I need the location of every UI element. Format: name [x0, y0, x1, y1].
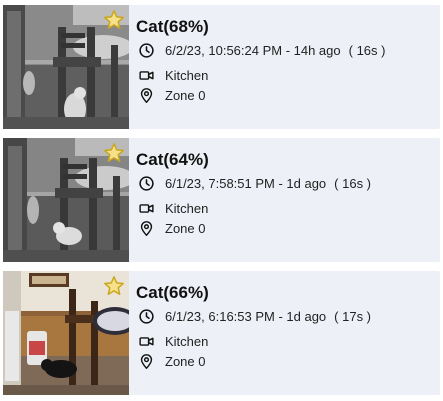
event-time-row: 6/2/23, 10:56:24 PM - 14h ago ( 16s )	[138, 40, 385, 60]
location-pin-icon	[140, 87, 153, 103]
event-zone-name: Zone 0	[165, 220, 206, 236]
event-duration: ( 16s )	[334, 175, 372, 191]
event-duration: ( 17s )	[334, 308, 372, 324]
event-zone-name: Zone 0	[165, 353, 206, 369]
event-camera-row: Kitchen	[138, 198, 208, 218]
event-timestamp: 6/1/23, 7:58:51 PM - 1d ago	[165, 175, 327, 191]
event-camera-name: Kitchen	[165, 333, 209, 349]
event-title: Cat(66%)	[136, 283, 209, 302]
event-zone-row: Zone 0	[138, 218, 205, 238]
event-title: Cat(68%)	[136, 17, 209, 36]
event-thumbnail[interactable]	[3, 138, 129, 262]
event-zone-row: Zone 0	[138, 351, 205, 371]
video-camera-icon	[139, 70, 154, 80]
event-duration: ( 16s )	[348, 42, 386, 58]
event-details: Cat(64%) 6/1/23, 7:58:51 PM - 1d ago ( 1…	[136, 138, 440, 262]
star-icon[interactable]	[103, 9, 125, 31]
clock-icon	[139, 175, 154, 191]
event-camera-name: Kitchen	[165, 200, 209, 216]
star-icon[interactable]	[103, 275, 125, 297]
event-card[interactable]: Cat(68%) 6/2/23, 10:56:24 PM - 14h ago (…	[3, 5, 440, 129]
location-pin-icon	[140, 220, 153, 236]
video-camera-icon	[139, 336, 154, 346]
event-card[interactable]: Cat(66%) 6/1/23, 6:16:53 PM - 1d ago ( 1…	[3, 271, 440, 395]
event-card[interactable]: Cat(64%) 6/1/23, 7:58:51 PM - 1d ago ( 1…	[3, 138, 440, 262]
event-time-row: 6/1/23, 6:16:53 PM - 1d ago ( 17s )	[138, 306, 371, 326]
event-camera-row: Kitchen	[138, 65, 208, 85]
event-camera-row: Kitchen	[138, 331, 208, 351]
event-details: Cat(66%) 6/1/23, 6:16:53 PM - 1d ago ( 1…	[136, 271, 440, 395]
event-thumbnail[interactable]	[3, 271, 129, 395]
event-timestamp: 6/2/23, 10:56:24 PM - 14h ago	[165, 42, 341, 58]
clock-icon	[139, 308, 154, 324]
event-timestamp: 6/1/23, 6:16:53 PM - 1d ago	[165, 308, 327, 324]
video-camera-icon	[139, 203, 154, 213]
clock-icon	[139, 42, 154, 58]
location-pin-icon	[140, 353, 153, 369]
event-thumbnail[interactable]	[3, 5, 129, 129]
event-time-row: 6/1/23, 7:58:51 PM - 1d ago ( 16s )	[138, 173, 371, 193]
event-zone-name: Zone 0	[165, 87, 206, 103]
event-title: Cat(64%)	[136, 150, 209, 169]
event-camera-name: Kitchen	[165, 67, 209, 83]
event-zone-row: Zone 0	[138, 85, 205, 105]
star-icon[interactable]	[103, 142, 125, 164]
event-details: Cat(68%) 6/2/23, 10:56:24 PM - 14h ago (…	[136, 5, 440, 129]
